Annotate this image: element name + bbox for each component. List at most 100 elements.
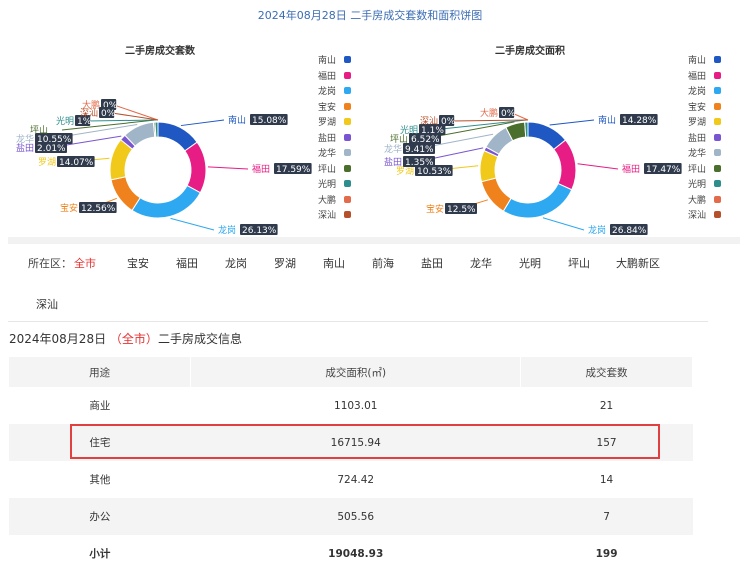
legend-label: 罗湖 xyxy=(688,118,707,129)
district-宝安[interactable]: 宝安 xyxy=(127,255,149,271)
cell-count: 21 xyxy=(599,399,614,412)
legend-item-福田[interactable]: 福田 xyxy=(688,68,722,84)
legend-label: 龙华 xyxy=(688,149,707,160)
label-line xyxy=(180,119,225,127)
legend-swatch xyxy=(344,149,352,157)
cell-usage: 小计 xyxy=(89,548,111,560)
legend-item-罗湖[interactable]: 罗湖 xyxy=(318,114,352,130)
legend-label: 宝安 xyxy=(318,102,337,113)
legend-item-深汕[interactable]: 深汕 xyxy=(688,207,722,223)
legend-item-坪山[interactable]: 坪山 xyxy=(318,161,352,177)
legend-label: 盐田 xyxy=(318,133,337,144)
slice-value-label: 12.56% xyxy=(81,204,116,214)
cell-count: 7 xyxy=(520,498,693,535)
table-row: 办公 505.56 7 xyxy=(9,498,693,535)
slice-value-label: 2.01% xyxy=(37,144,66,154)
slice-name-label: 盐田 xyxy=(384,156,402,168)
count-chart-title: 二手房成交套数 xyxy=(125,46,195,57)
slice-name-label: 坪山 xyxy=(30,125,48,136)
district-龙华[interactable]: 龙华 xyxy=(470,255,492,271)
slice-福田 xyxy=(184,141,207,194)
legend-label: 福田 xyxy=(318,71,337,82)
section-divider xyxy=(8,237,740,244)
legend-item-南山[interactable]: 南山 xyxy=(688,52,722,68)
legend-swatch xyxy=(714,87,722,95)
slice-value-label: 14.28% xyxy=(622,116,657,126)
legend-item-福田[interactable]: 福田 xyxy=(318,68,352,84)
slice-光明 xyxy=(154,121,159,138)
legend-label: 大鹏 xyxy=(688,195,707,206)
legend-item-坪山[interactable]: 坪山 xyxy=(688,161,722,177)
slice-name-label: 罗湖 xyxy=(38,157,56,168)
legend-label: 深汕 xyxy=(318,211,337,222)
district-罗湖[interactable]: 罗湖 xyxy=(274,255,296,271)
slice-宝安 xyxy=(480,177,512,212)
label-line xyxy=(113,104,159,121)
legend-item-龙华[interactable]: 龙华 xyxy=(318,145,352,161)
slice-value-label: 10.55% xyxy=(37,135,72,145)
legend-item-光明[interactable]: 光明 xyxy=(318,176,352,192)
legend-item-罗湖[interactable]: 罗湖 xyxy=(688,114,722,130)
legend-item-南山[interactable]: 南山 xyxy=(318,52,352,68)
slice-value-label: 0% xyxy=(101,109,116,119)
legend-item-龙华[interactable]: 龙华 xyxy=(688,145,722,161)
page-title: 2024年08月28日 二手房成交套数和面积饼图 xyxy=(257,9,483,22)
header-area: 成交面积(㎡) xyxy=(190,357,522,387)
count-donut-svg: 南山 15.08% 福田 17.59% 龙岗 26.13% 宝安 12.56% 罗湖 14.07%… xyxy=(16,99,312,236)
slice-name-label: 龙岗 xyxy=(588,224,606,236)
legend-item-盐田[interactable]: 盐田 xyxy=(688,130,722,146)
slice-福田 xyxy=(553,139,577,191)
section-suffix: 二手房成交信息 xyxy=(157,332,242,346)
legend-label: 南山 xyxy=(688,56,707,67)
legend-item-龙岗[interactable]: 龙岗 xyxy=(318,83,352,99)
legend-label: 福田 xyxy=(688,71,707,82)
legend-item-深汕[interactable]: 深汕 xyxy=(318,207,352,223)
slice-name-label: 宝安 xyxy=(60,202,78,214)
slice-value-label: 6.52% xyxy=(411,135,440,145)
district-深汕[interactable]: 深汕 xyxy=(36,296,58,312)
legend-swatch xyxy=(714,195,722,203)
legend-swatch xyxy=(344,118,352,126)
slice-value-label: 26.84% xyxy=(612,226,647,236)
district-全市[interactable]: 全市 xyxy=(74,255,96,271)
legend-item-盐田[interactable]: 盐田 xyxy=(318,130,352,146)
district-龙岗[interactable]: 龙岗 xyxy=(225,255,247,271)
district-坪山[interactable]: 坪山 xyxy=(568,255,590,271)
cell-area: 724.42 xyxy=(337,473,375,486)
legend-item-光明[interactable]: 光明 xyxy=(688,176,722,192)
slice-name-label: 福田 xyxy=(252,163,270,175)
legend-item-大鹏[interactable]: 大鹏 xyxy=(318,192,352,208)
cell-usage: 其他 xyxy=(89,474,111,486)
legend-item-宝安[interactable]: 宝安 xyxy=(318,99,352,115)
legend-swatch xyxy=(714,118,722,126)
cell-area: 1103.01 xyxy=(334,399,378,412)
label-line xyxy=(542,217,585,231)
legend-item-大鹏[interactable]: 大鹏 xyxy=(688,192,722,208)
table-row: 其他 724.42 14 xyxy=(9,461,693,498)
table-row: 商业 1103.01 21 xyxy=(9,387,693,424)
area-legend: 南山福田 龙岗 宝安罗湖 盐田龙华 坪山 光明大鹏 深汕 xyxy=(688,52,722,223)
legend-swatch xyxy=(714,164,722,172)
cell-area: 505.56 xyxy=(190,498,521,535)
slice-龙岗 xyxy=(131,184,201,219)
district-前海[interactable]: 前海 xyxy=(372,255,394,271)
legend-item-龙岗[interactable]: 龙岗 xyxy=(688,83,722,99)
legend-swatch xyxy=(344,56,352,64)
district-盐田[interactable]: 盐田 xyxy=(421,255,443,271)
slice-value-label: 10.53% xyxy=(417,167,452,177)
legend-swatch xyxy=(714,180,722,188)
district-福田[interactable]: 福田 xyxy=(176,255,198,271)
slice-value-label: 12.5% xyxy=(447,205,476,215)
slice-value-label: 17.47% xyxy=(646,165,681,175)
section-date: 2024年08月28日 xyxy=(9,332,107,346)
slice-value-label: 17.59% xyxy=(276,165,311,175)
cell-area: 19048.93 xyxy=(328,547,384,560)
legend-swatch xyxy=(344,195,352,203)
slice-name-label: 深汕 xyxy=(80,108,98,119)
district-南山[interactable]: 南山 xyxy=(323,255,345,271)
legend-item-宝安[interactable]: 宝安 xyxy=(688,99,722,115)
slice-name-label: 光明 xyxy=(400,124,418,136)
slice-value-label: 9.41% xyxy=(405,145,434,155)
district-大鹏新区[interactable]: 大鹏新区 xyxy=(616,255,660,271)
district-光明[interactable]: 光明 xyxy=(519,255,541,271)
